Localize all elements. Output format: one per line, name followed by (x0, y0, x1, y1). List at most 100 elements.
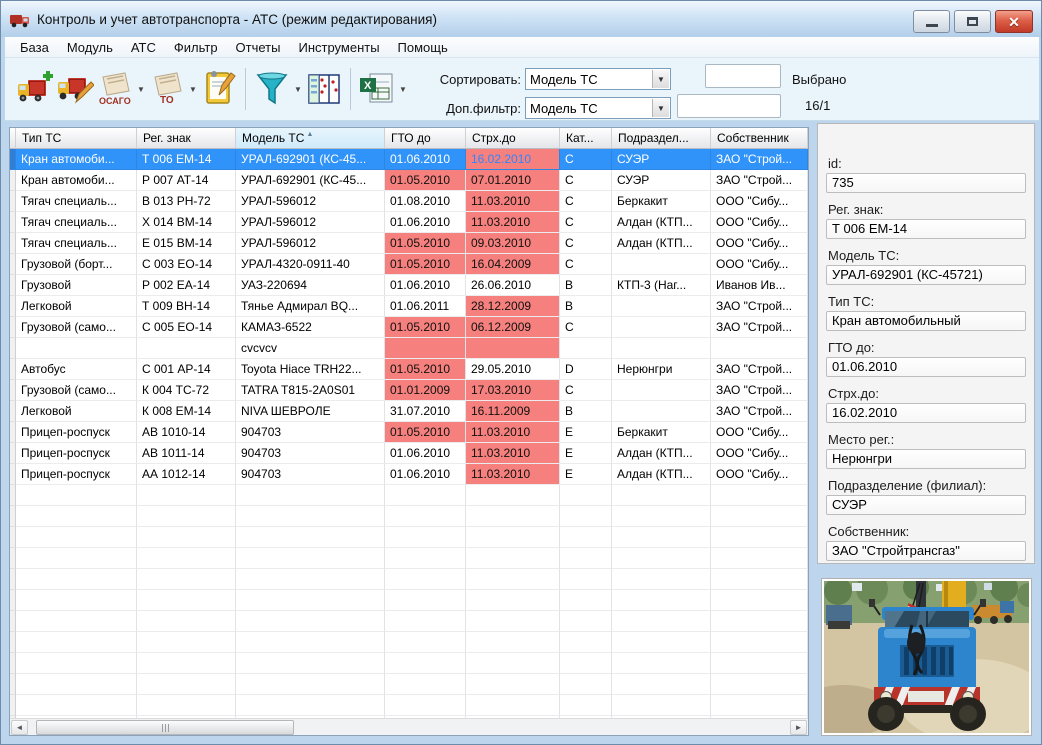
table-cell[interactable]: Тягач специаль... (16, 191, 137, 212)
table-cell[interactable]: 16.04.2009 (466, 254, 560, 275)
maximize-button[interactable] (954, 10, 991, 33)
menu-item-1[interactable]: Модуль (58, 38, 122, 57)
table-cell[interactable]: 01.08.2010 (385, 191, 466, 212)
table-cell[interactable]: С (560, 191, 612, 212)
close-button[interactable]: ✕ (995, 10, 1033, 33)
table-cell[interactable]: ЗАО "Строй... (711, 359, 808, 380)
table-cell[interactable]: Т 006 ЕМ-14 (137, 149, 236, 170)
table-cell[interactable]: В (560, 401, 612, 422)
table-cell[interactable]: ООО "Сибу... (711, 191, 808, 212)
table-cell[interactable]: 29.05.2010 (466, 359, 560, 380)
table-cell[interactable] (612, 317, 711, 338)
table-cell[interactable] (466, 338, 560, 359)
table-cell[interactable]: Нерюнгри (612, 359, 711, 380)
table-row[interactable]: Легковой К 008 ЕМ-14 NIVA ШЕВРОЛЕ 31.07.201… (10, 401, 808, 422)
table-cell[interactable] (560, 338, 612, 359)
sort-combo-arrow[interactable]: ▼ (652, 70, 669, 88)
table-cell[interactable]: Кран автомоби... (16, 149, 137, 170)
table-cell[interactable]: 01.06.2010 (385, 275, 466, 296)
detail-field-value-8[interactable]: ЗАО "Стройтрансгаз" (826, 541, 1026, 561)
sort-combo[interactable]: Модель ТС ▼ (525, 68, 671, 90)
table-cell[interactable]: 01.06.2010 (385, 443, 466, 464)
table-row[interactable]: cvcvcv (10, 338, 808, 359)
table-cell[interactable]: Автобус (16, 359, 137, 380)
table-cell[interactable] (16, 338, 137, 359)
table-cell[interactable]: Алдан (КТП... (612, 443, 711, 464)
table-row[interactable]: Тягач специаль... Е 015 ВМ-14 УРАЛ-596012 0… (10, 233, 808, 254)
column-header-5[interactable]: Кат... (560, 128, 612, 149)
table-cell[interactable]: ЗАО "Строй... (711, 380, 808, 401)
table-cell[interactable]: ООО "Сибу... (711, 212, 808, 233)
table-cell[interactable]: Грузовой (16, 275, 137, 296)
table-cell[interactable]: АА 1012-14 (137, 464, 236, 485)
to-dropdown-arrow[interactable]: ▼ (187, 67, 199, 111)
menu-item-3[interactable]: Фильтр (165, 38, 227, 57)
osago-button[interactable]: ОСАГО (95, 67, 135, 111)
table-cell[interactable]: 01.06.2010 (385, 464, 466, 485)
addfilter-combo-arrow[interactable]: ▼ (652, 99, 669, 117)
table-cell[interactable]: 11.03.2010 (466, 212, 560, 233)
table-cell[interactable]: С (560, 254, 612, 275)
table-cell[interactable]: Toyota Hiace TRH22... (236, 359, 385, 380)
table-cell[interactable]: ООО "Сибу... (711, 254, 808, 275)
table-cell[interactable] (612, 254, 711, 275)
table-cell[interactable]: УРАЛ-692901 (КС-45... (236, 170, 385, 191)
table-cell[interactable]: Иванов Ив... (711, 275, 808, 296)
notepad-button[interactable] (199, 67, 239, 111)
table-cell[interactable]: Р 002 ЕА-14 (137, 275, 236, 296)
table-cell[interactable]: С 005 ЕО-14 (137, 317, 236, 338)
column-header-0[interactable]: Тип ТС (16, 128, 137, 149)
filter-value-input[interactable] (677, 94, 781, 118)
table-cell[interactable]: ЗАО "Строй... (711, 170, 808, 191)
excel-dropdown-arrow[interactable]: ▼ (397, 67, 409, 111)
table-cell[interactable]: D (560, 359, 612, 380)
column-header-2[interactable]: Модель ТС ▲ (236, 128, 385, 149)
table-cell[interactable]: Грузовой (борт... (16, 254, 137, 275)
table-cell[interactable]: Алдан (КТП... (612, 233, 711, 254)
filter-button[interactable] (252, 67, 292, 111)
table-cell[interactable] (385, 338, 466, 359)
table-cell[interactable]: 28.12.2009 (466, 296, 560, 317)
table-cell[interactable]: 904703 (236, 443, 385, 464)
table-cell[interactable]: 01.05.2010 (385, 254, 466, 275)
table-cell[interactable]: 06.12.2009 (466, 317, 560, 338)
table-cell[interactable]: 17.03.2010 (466, 380, 560, 401)
detail-field-value-5[interactable]: 16.02.2010 (826, 403, 1026, 423)
minimize-button[interactable] (913, 10, 950, 33)
table-cell[interactable]: К 004 ТС-72 (137, 380, 236, 401)
table-row[interactable]: Грузовой Р 002 ЕА-14 УАЗ-220694 01.06.2010 2… (10, 275, 808, 296)
table-cell[interactable]: Легковой (16, 401, 137, 422)
detail-field-value-7[interactable]: СУЭР (826, 495, 1026, 515)
detail-field-value-0[interactable]: 735 (826, 173, 1026, 193)
column-header-7[interactable]: Собственник (711, 128, 808, 149)
table-cell[interactable]: Р 007 АТ-14 (137, 170, 236, 191)
table-row[interactable]: Тягач специаль... Х 014 ВМ-14 УРАЛ-596012 0… (10, 212, 808, 233)
table-cell[interactable]: ЗАО "Строй... (711, 296, 808, 317)
table-cell[interactable]: С (560, 170, 612, 191)
table-cell[interactable]: УРАЛ-692901 (КС-45... (236, 149, 385, 170)
table-cell[interactable]: 01.05.2010 (385, 170, 466, 191)
table-cell[interactable]: Т 009 ВН-14 (137, 296, 236, 317)
table-cell[interactable]: 01.06.2010 (385, 212, 466, 233)
table-cell[interactable]: Грузовой (само... (16, 380, 137, 401)
table-cell[interactable]: ООО "Сибу... (711, 422, 808, 443)
table-cell[interactable] (612, 296, 711, 317)
table-cell[interactable]: С (560, 317, 612, 338)
table-cell[interactable]: 31.07.2010 (385, 401, 466, 422)
table-cell[interactable]: Х 014 ВМ-14 (137, 212, 236, 233)
table-cell[interactable]: Прицеп-роспуск (16, 464, 137, 485)
column-header-1[interactable]: Рег. знак (137, 128, 236, 149)
table-cell[interactable]: 11.03.2010 (466, 443, 560, 464)
table-cell[interactable]: 01.05.2010 (385, 359, 466, 380)
export-excel-button[interactable]: X (357, 67, 397, 111)
table-cell[interactable]: Е (560, 443, 612, 464)
table-row[interactable]: Тягач специаль... В 013 РН-72 УРАЛ-596012 0… (10, 191, 808, 212)
table-cell[interactable] (612, 338, 711, 359)
table-cell[interactable]: Е (560, 422, 612, 443)
sort-value-input[interactable] (705, 64, 781, 88)
table-cell[interactable]: С (560, 380, 612, 401)
edit-vehicle-button[interactable] (55, 67, 95, 111)
table-cell[interactable]: УАЗ-220694 (236, 275, 385, 296)
table-cell[interactable]: Тянье Адмирал BQ... (236, 296, 385, 317)
table-cell[interactable]: ООО "Сибу... (711, 443, 808, 464)
